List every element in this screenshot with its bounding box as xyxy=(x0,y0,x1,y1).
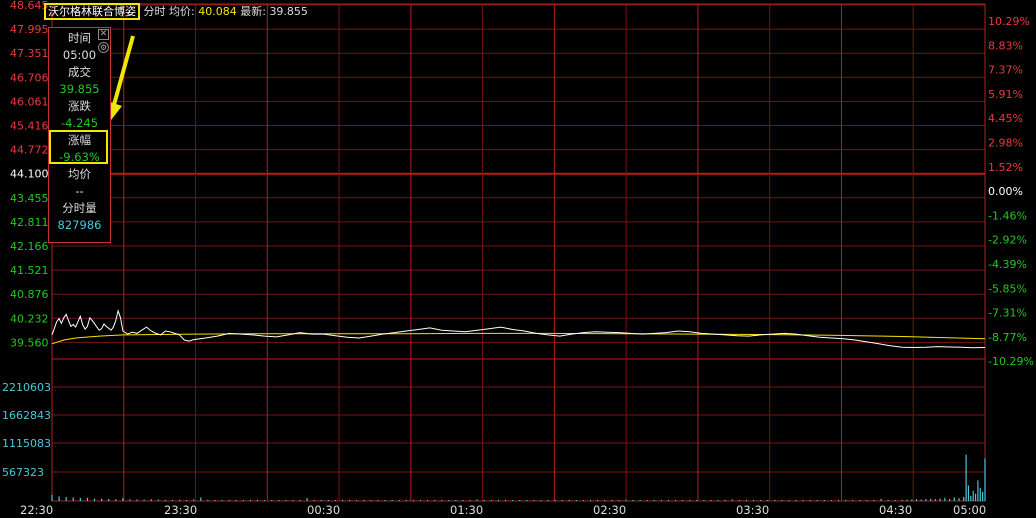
volume-tick: 1115083 xyxy=(2,437,51,450)
price-tick: 47.351 xyxy=(10,47,49,60)
price-tick: 39.560 xyxy=(10,336,49,349)
stock-name[interactable]: 沃尔格林联合博姿 xyxy=(44,3,140,20)
last-price-label: 最新: xyxy=(240,5,266,18)
percent-tick: 1.52% xyxy=(988,161,1023,174)
price-tick: 46.061 xyxy=(10,95,49,108)
time-tick: 23:30 xyxy=(164,503,197,517)
percent-tick: 2.98% xyxy=(988,137,1023,150)
percent-tick: -2.92% xyxy=(988,234,1027,247)
time-axis: 22:30 23:30 00:30 01:30 02:30 03:30 04:30 05:00 xyxy=(20,503,986,517)
percent-tick: -8.77% xyxy=(988,331,1027,344)
percent-tick: -4.39% xyxy=(988,258,1027,271)
price-tick: 43.455 xyxy=(10,192,49,205)
minute-volume-value: 827986 xyxy=(57,218,102,232)
avg-value: -- xyxy=(75,184,84,198)
volume-tick: 567323 xyxy=(2,466,44,479)
percent-tick: -10.29% xyxy=(988,355,1034,368)
price-tick: 48.645 xyxy=(10,0,49,12)
price-tick: 42.811 xyxy=(10,216,49,229)
time-tick: 02:30 xyxy=(593,503,626,517)
price-tick: 45.416 xyxy=(10,120,49,133)
mode-label: 分时 xyxy=(143,5,166,18)
volume-bars xyxy=(51,454,986,501)
price-axis: 48.645 47.995 47.351 46.706 46.061 45.416 44.7… xyxy=(10,0,49,349)
minute-volume-label: 分时量 xyxy=(62,201,97,215)
price-tick: 40.876 xyxy=(10,288,49,301)
price-tick: 42.166 xyxy=(10,240,49,253)
percent-tick: 7.37% xyxy=(988,64,1023,77)
chart-grid xyxy=(51,3,986,502)
volume-tick: 1662843 xyxy=(2,409,51,422)
price-tick: 40.232 xyxy=(10,312,49,325)
highlight-box xyxy=(49,130,108,164)
time-tick: 05:00 xyxy=(953,503,986,517)
last-price-value: 39.855 xyxy=(269,5,308,18)
chart-frame xyxy=(51,3,986,502)
price-tick: 44.100 xyxy=(10,168,49,181)
percent-tick: 10.29% xyxy=(988,15,1030,28)
volume-axis: 2210603 1662843 1115083 567323 xyxy=(2,381,51,479)
change-value: -4.245 xyxy=(60,116,99,130)
change-label: 涨跌 xyxy=(68,99,91,113)
time-value: 05:00 xyxy=(62,48,97,62)
time-tick: 22:30 xyxy=(20,503,53,517)
intraday-chart[interactable]: 48.645 47.995 47.351 46.706 46.061 45.416 44.7… xyxy=(0,0,1036,518)
volume-tick: 2210603 xyxy=(2,381,51,394)
percent-tick: -7.31% xyxy=(988,307,1027,320)
time-tick: 03:30 xyxy=(736,503,769,517)
percent-tick: -1.46% xyxy=(988,209,1027,222)
percent-tick: 8.83% xyxy=(988,39,1023,52)
percent-tick: -5.85% xyxy=(988,282,1027,295)
avg-price-label: 均价: xyxy=(169,5,195,18)
percent-tick: 5.91% xyxy=(988,88,1023,101)
time-tick: 04:30 xyxy=(879,503,912,517)
price-tick: 41.521 xyxy=(10,264,49,277)
percent-tick: 4.45% xyxy=(988,112,1023,125)
price-tick: 44.772 xyxy=(10,144,49,157)
price-tick: 47.995 xyxy=(10,23,49,36)
percent-axis: 10.29% 8.83% 7.37% 5.91% 4.45% 2.98% 1.52% 0.00… xyxy=(988,15,1034,368)
percent-tick: 0.00% xyxy=(988,185,1023,198)
trade-value: 39.855 xyxy=(59,82,100,96)
avg-price-value: 40.084 xyxy=(198,5,237,18)
avg-label: 均价 xyxy=(68,167,91,181)
chart-header: 沃尔格林联合博姿 分时 均价: 40.084 最新: 39.855 xyxy=(44,3,308,20)
price-tick: 46.706 xyxy=(10,71,49,84)
time-tick: 00:30 xyxy=(307,503,340,517)
time-label: 时间 xyxy=(68,31,91,45)
time-tick: 01:30 xyxy=(450,503,483,517)
trade-label: 成交 xyxy=(68,65,91,79)
